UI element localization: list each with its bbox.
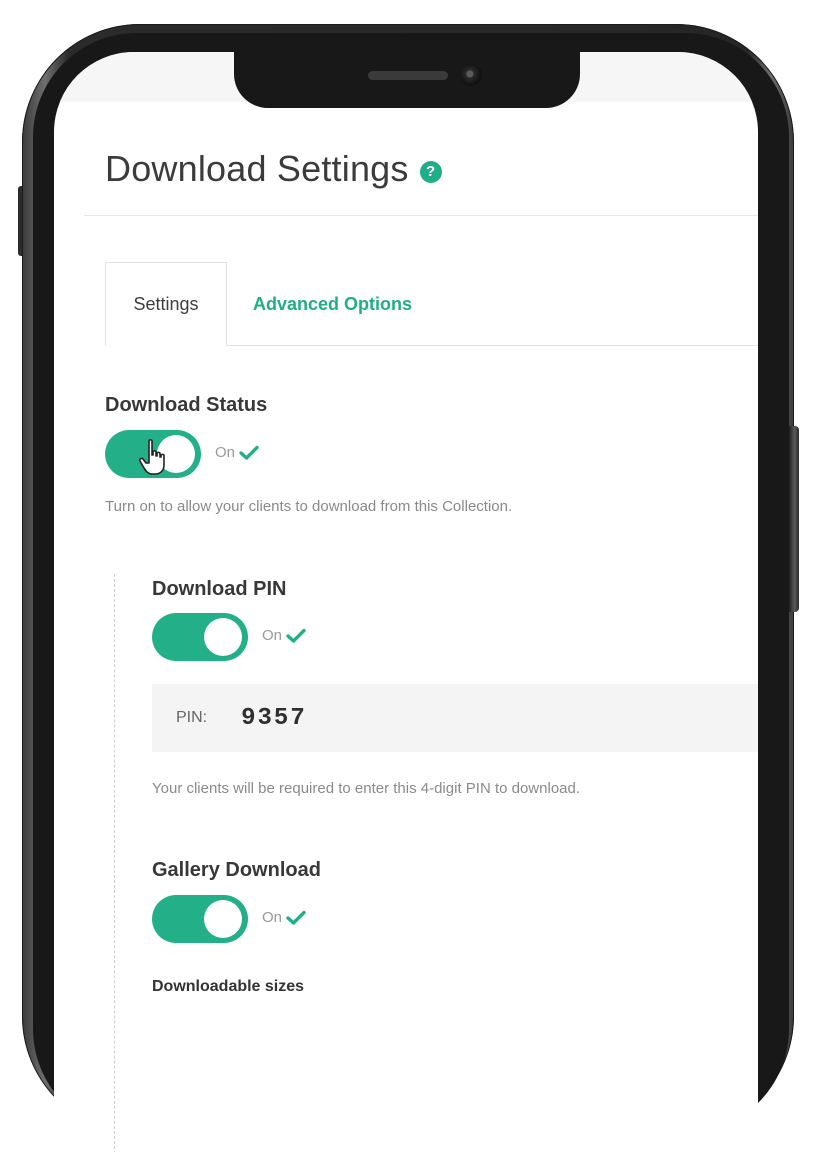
download-status-help: Turn on to allow your clients to downloa…: [105, 498, 513, 515]
phone-screen: Download Settings ? Settings Advanced Op…: [54, 52, 758, 1152]
question-circle-icon[interactable]: ?: [419, 161, 442, 183]
download-status-state-label: On: [215, 444, 236, 461]
nested-settings-rule: [114, 574, 115, 1152]
download-pin-state: On: [262, 627, 306, 644]
download-pin-toggle[interactable]: [152, 613, 248, 661]
gallery-download-state-label: On: [262, 909, 283, 926]
page-header: Download Settings ?: [105, 148, 442, 190]
phone-notch: [234, 52, 580, 108]
gallery-download-label: Gallery Download: [152, 859, 321, 881]
download-status-label: Download Status: [105, 394, 268, 416]
tab-settings-label: Settings: [133, 293, 199, 314]
hand-pointer-cursor-icon: [138, 439, 165, 475]
toggle-knob: [204, 618, 242, 656]
page-title: Download Settings: [105, 148, 409, 189]
downloadable-sizes-label: Downloadable sizes: [152, 978, 305, 995]
pin-label: PIN:: [176, 709, 208, 726]
download-status-state: On: [215, 444, 259, 461]
toggle-knob: [204, 900, 242, 938]
check-icon: [286, 628, 306, 643]
check-icon: [286, 910, 306, 925]
download-pin-help: Your clients will be required to enter t…: [152, 780, 581, 797]
speaker-grille: [368, 71, 448, 80]
tab-advanced-options[interactable]: Advanced Options: [253, 262, 412, 346]
download-pin-label: Download PIN: [152, 578, 287, 600]
phone-side-button: [789, 426, 799, 612]
tab-advanced-options-label: Advanced Options: [253, 293, 413, 314]
tab-settings[interactable]: Settings: [105, 262, 227, 346]
gallery-download-state: On: [262, 909, 306, 926]
download-pin-state-label: On: [262, 627, 283, 644]
header-divider: [84, 215, 758, 216]
pin-display: PIN: 9357: [152, 684, 758, 752]
check-icon: [239, 445, 259, 460]
tab-bar: Settings Advanced Options: [105, 262, 758, 346]
front-camera-icon: [460, 64, 482, 86]
pin-value: 9357: [241, 704, 307, 732]
gallery-download-toggle[interactable]: [152, 895, 248, 943]
